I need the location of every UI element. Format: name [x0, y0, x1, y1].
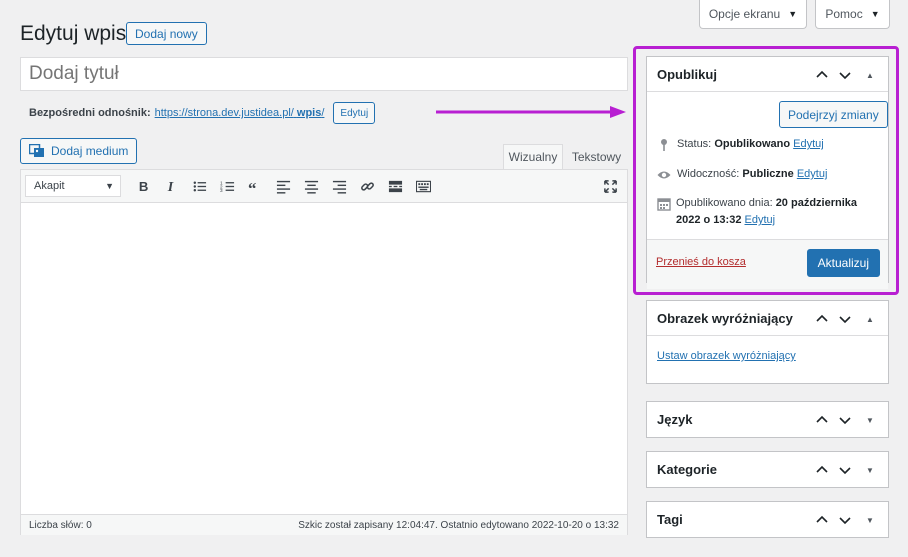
status-value: Opublikowano [714, 138, 791, 150]
featured-image-box: Obrazek wyróżniający ▲ Ustaw obrazek wyr… [646, 300, 889, 384]
link-icon[interactable] [353, 174, 381, 198]
language-header[interactable]: Język ▼ [647, 402, 888, 437]
expand-toggle-icon[interactable]: ▼ [860, 410, 880, 430]
fullscreen-icon[interactable] [601, 175, 619, 197]
set-featured-image-link[interactable]: Ustaw obrazek wyróżniający [657, 350, 796, 362]
categories-title: Kategorie [657, 462, 717, 477]
published-date-row: Opublikowano dnia: 20 października 2022 … [657, 195, 879, 229]
permalink-label: Bezpośredni odnośnik: [29, 107, 151, 119]
page-title: Edytuj wpis [20, 22, 127, 45]
featured-image-header: Obrazek wyróżniający ▲ [647, 301, 888, 336]
post-editor: Akapit ▼ B I 123 “ Liczba słów: 0 Szkic … [20, 169, 628, 535]
align-center-icon[interactable] [297, 174, 325, 198]
save-status: Szkic został zapisany 12:04:47. Ostatnio… [298, 519, 619, 531]
chevron-up-icon[interactable] [812, 460, 832, 480]
editor-status-bar: Liczba słów: 0 Szkic został zapisany 12:… [21, 514, 627, 535]
caret-down-icon: ▼ [788, 9, 798, 19]
bullet-list-icon[interactable] [185, 174, 213, 198]
pin-icon [661, 139, 667, 151]
help-label: Pomoc [825, 7, 863, 21]
chevron-up-icon[interactable] [812, 65, 832, 85]
add-new-button[interactable]: Dodaj nowy [126, 22, 207, 45]
align-left-icon[interactable] [269, 174, 297, 198]
chevron-down-icon[interactable] [835, 410, 855, 430]
status-edit-link[interactable]: Edytuj [793, 138, 824, 150]
status-row: Status: Opublikowano Edytuj [657, 136, 824, 153]
align-right-icon[interactable] [325, 174, 353, 198]
publish-box: Opublikuj ▲ Podejrzyj zmiany Status: Opu… [646, 56, 889, 289]
tags-title: Tagi [657, 512, 683, 527]
help-button[interactable]: Pomoc ▼ [815, 0, 890, 29]
chevron-down-icon[interactable] [835, 309, 855, 329]
expand-toggle-icon[interactable]: ▼ [860, 460, 880, 480]
chevron-up-icon[interactable] [812, 410, 832, 430]
publish-box-title: Opublikuj [657, 66, 717, 82]
categories-box: Kategorie ▼ [646, 451, 889, 488]
visibility-row: Widoczność: Publiczne Edytuj [657, 166, 827, 183]
format-select-value: Akapit [34, 180, 65, 192]
categories-header[interactable]: Kategorie ▼ [647, 452, 888, 487]
language-title: Język [657, 412, 693, 427]
numbered-list-icon[interactable]: 123 [213, 174, 241, 198]
tags-header[interactable]: Tagi ▼ [647, 502, 888, 537]
chevron-up-icon[interactable] [812, 510, 832, 530]
visibility-value: Publiczne [742, 168, 794, 180]
publish-box-body: Podejrzyj zmiany Status: Opublikowano Ed… [647, 92, 888, 289]
expand-toggle-icon[interactable]: ▼ [860, 510, 880, 530]
screen-options-button[interactable]: Opcje ekranu ▼ [699, 0, 807, 29]
tags-box: Tagi ▼ [646, 501, 889, 538]
featured-image-title: Obrazek wyróżniający [657, 310, 793, 326]
svg-text:I: I [166, 179, 173, 194]
caret-down-icon: ▼ [105, 181, 114, 191]
chevron-down-icon[interactable] [835, 65, 855, 85]
editor-content-area[interactable] [21, 203, 627, 514]
language-box: Język ▼ [646, 401, 889, 438]
media-icon [29, 144, 44, 157]
tab-visual[interactable]: Wizualny [503, 144, 563, 169]
permalink-link[interactable]: https://strona.dev.justidea.pl/ wpis/ [155, 107, 325, 119]
collapse-toggle-icon[interactable]: ▲ [860, 65, 880, 85]
collapse-toggle-icon[interactable]: ▲ [860, 309, 880, 329]
arrow-annotation-icon [436, 106, 626, 118]
publish-box-header: Opublikuj ▲ [647, 57, 888, 92]
preview-changes-button[interactable]: Podejrzyj zmiany [779, 101, 888, 128]
update-button[interactable]: Aktualizuj [806, 249, 880, 277]
tab-text[interactable]: Tekstowy [565, 144, 628, 169]
eye-icon [657, 171, 671, 179]
format-select[interactable]: Akapit ▼ [25, 175, 121, 197]
bold-icon[interactable]: B [129, 174, 157, 198]
chevron-up-icon[interactable] [812, 309, 832, 329]
editor-toolbar: Akapit ▼ B I 123 “ [21, 170, 627, 203]
read-more-icon[interactable] [381, 174, 409, 198]
svg-text:“: “ [248, 179, 256, 194]
date-edit-link[interactable]: Edytuj [745, 214, 776, 226]
screen-options-label: Opcje ekranu [708, 7, 781, 21]
permalink: Bezpośredni odnośnik: https://strona.dev… [29, 102, 376, 124]
word-count: Liczba słów: 0 [29, 519, 92, 531]
quote-icon[interactable]: “ [241, 174, 269, 198]
add-media-label: Dodaj medium [51, 144, 129, 158]
featured-image-body: Ustaw obrazek wyróżniający [647, 336, 888, 383]
chevron-down-icon[interactable] [835, 510, 855, 530]
visibility-edit-link[interactable]: Edytuj [797, 168, 828, 180]
italic-icon[interactable]: I [157, 174, 185, 198]
publish-actions: Przenieś do kosza Aktualizuj [647, 239, 888, 289]
add-media-button[interactable]: Dodaj medium [20, 138, 138, 164]
toolbar-toggle-icon[interactable] [409, 174, 437, 198]
post-title-input[interactable] [20, 57, 628, 91]
svg-text:3: 3 [220, 188, 223, 193]
chevron-down-icon[interactable] [835, 460, 855, 480]
caret-down-icon: ▼ [870, 9, 880, 19]
calendar-icon [657, 198, 671, 211]
permalink-edit-button[interactable]: Edytuj [333, 102, 376, 124]
move-to-trash-link[interactable]: Przenieś do kosza [656, 256, 746, 268]
svg-text:B: B [138, 179, 147, 194]
